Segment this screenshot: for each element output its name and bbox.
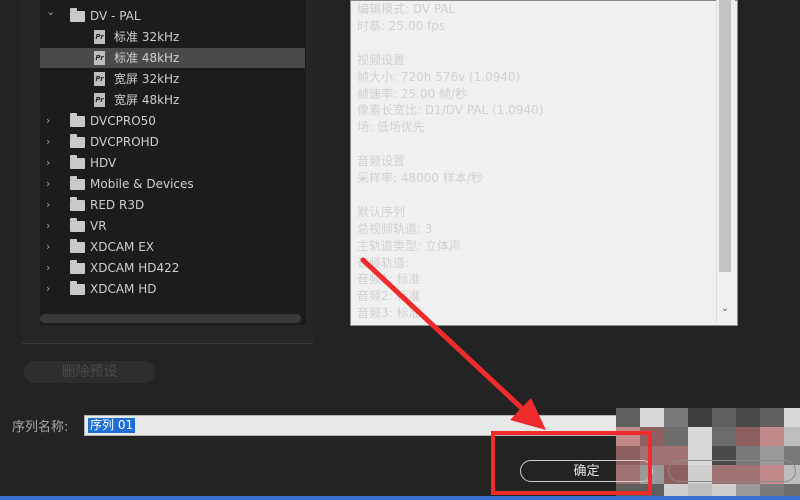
window-bottom-accent <box>0 496 800 500</box>
annotation-arrow <box>360 257 546 430</box>
